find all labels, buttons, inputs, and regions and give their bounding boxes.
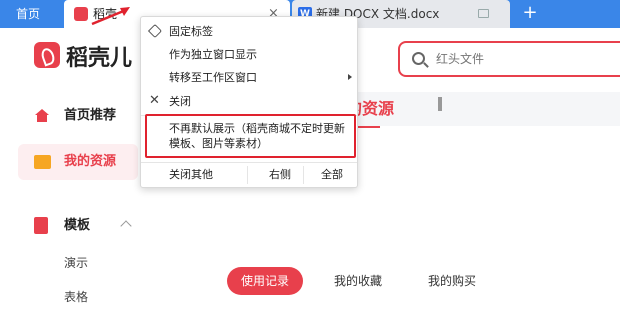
filter-purchases[interactable]: 我的购买 [414, 267, 490, 295]
search-input[interactable] [436, 49, 616, 69]
filter-favorites[interactable]: 我的收藏 [320, 267, 396, 295]
pin-icon [147, 23, 163, 39]
next-tab-hint [438, 97, 442, 111]
menu-close-right[interactable]: 右侧 [269, 163, 291, 187]
sidebar-item-label: 模板 [64, 218, 91, 233]
menu-item-close[interactable]: ✕ 关闭 [141, 90, 357, 113]
submenu-arrow-icon [348, 74, 352, 80]
search-icon[interactable] [412, 52, 425, 65]
tab-context-menu: 固定标签 作为独立窗口显示 转移至工作区窗口 ✕ 关闭 不再默认展示（稻壳商城不… [140, 16, 358, 188]
home-icon [35, 109, 49, 122]
monitor-icon[interactable] [478, 9, 489, 18]
annotation-arrow-icon [91, 7, 130, 26]
folder-icon [34, 155, 51, 169]
menu-item-label: 关闭 [169, 95, 191, 108]
menu-close-others[interactable]: 关闭其他 [169, 163, 213, 187]
menu-close-all[interactable]: 全部 [321, 163, 343, 187]
menu-close-group: 关闭其他 右侧 全部 [141, 163, 357, 187]
tab-home[interactable]: 首页 [0, 0, 62, 28]
menu-item-pin-tab[interactable]: 固定标签 [141, 20, 357, 43]
sidebar-item-templates[interactable]: 模板 [18, 208, 138, 244]
template-icon [34, 217, 48, 234]
menu-item-label: 固定标签 [169, 25, 213, 38]
menu-item-label: 作为独立窗口显示 [169, 48, 257, 61]
new-tab-button[interactable]: + [518, 0, 542, 28]
chevron-up-icon[interactable] [120, 220, 132, 232]
sidebar-item-my-resources[interactable]: 我的资源 [18, 144, 138, 180]
menu-item-label: 转移至工作区窗口 [169, 71, 257, 84]
brand-logo-icon[interactable] [34, 42, 60, 68]
search-box[interactable] [398, 41, 620, 77]
filter-usage-history[interactable]: 使用记录 [227, 267, 304, 295]
sidebar-item-home[interactable]: 首页推荐 [18, 98, 138, 134]
menu-item-move-to-workspace[interactable]: 转移至工作区窗口 [141, 66, 357, 89]
menu-divider [303, 166, 304, 184]
annotation-highlight-box [145, 114, 356, 158]
sidebar-item-label: 我的资源 [64, 154, 117, 169]
brand-name[interactable]: 稻壳儿 [66, 40, 132, 72]
menu-item-separate-window[interactable]: 作为独立窗口显示 [141, 43, 357, 66]
sidebar-subitem-presentation[interactable]: 演示 [64, 254, 88, 271]
sidebar-subitem-spreadsheet[interactable]: 表格 [64, 288, 88, 305]
menu-divider [247, 166, 248, 184]
close-icon: ✕ [149, 93, 160, 108]
sidebar-item-label: 首页推荐 [64, 108, 117, 123]
